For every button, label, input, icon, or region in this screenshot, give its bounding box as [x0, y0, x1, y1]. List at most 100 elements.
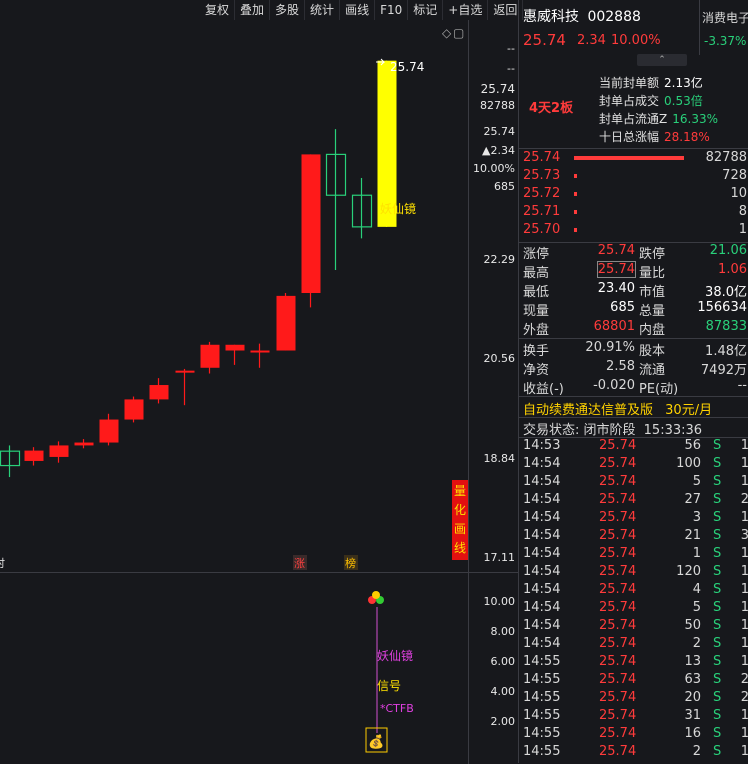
book-bar [574, 156, 684, 160]
seal-row: 十日总涨幅 28.18% [599, 128, 710, 145]
tick-count: 1 [740, 456, 748, 471]
axis-change: ▲2.34 [482, 144, 515, 157]
toolbar-btn-3[interactable]: 统计 [305, 0, 341, 20]
tick-price: 25.74 [599, 600, 637, 615]
toolbar-btn-2[interactable]: 多股 [270, 0, 306, 20]
candle-3 [74, 439, 94, 449]
candle-0 [0, 445, 21, 478]
toolbar-btn-4[interactable]: 画线 [340, 0, 376, 20]
stat-key: 股本 [639, 344, 666, 359]
seal-value: 0.53倍 [664, 94, 703, 108]
book-row: 25.71 8 [519, 204, 748, 222]
peak-price-label: 25.74 [390, 60, 424, 74]
tick-side: S [713, 582, 722, 597]
tick-side: S [713, 528, 722, 543]
tick-time: 14:54 [523, 582, 561, 597]
stat-value: 25.74 [597, 243, 635, 258]
tick-time: 14:54 [523, 492, 561, 507]
stat-row: 涨停 25.74 跌停 21.06 [519, 243, 748, 262]
tick-price: 25.74 [599, 510, 637, 525]
quant-badge-char: 画 [454, 522, 466, 536]
stat-row: 外盘 68801 内盘 87833 [519, 319, 748, 338]
sector-box[interactable]: 消费电子 -3.37% [699, 0, 748, 55]
toolbar-btn-6[interactable]: 标记 [408, 0, 444, 20]
book-price: 25.70 [523, 222, 561, 237]
tick-volume: 56 [684, 438, 701, 453]
bang-marker-text: 榜 [345, 556, 356, 570]
stat-key: 总量 [639, 304, 666, 319]
book-price: 25.73 [523, 168, 561, 183]
tick-time: 14:55 [523, 708, 561, 723]
kline-chart[interactable]: ◇▢ 25.74 妖仙镜量化画线涨 榜 时 [0, 20, 468, 572]
axis-current-vol: 685 [494, 180, 515, 193]
window-icon[interactable]: ▢ [453, 26, 464, 40]
tick-row: 14:55 25.74 16 S 1 [519, 726, 748, 744]
zhang-marker-text: 涨 [294, 557, 305, 570]
book-volume: 8 [738, 204, 747, 219]
tick-row: 14:54 25.74 120 S 1 [519, 564, 748, 582]
stat-row: 收益(-) -0.020 PE(动) -- [519, 378, 748, 397]
tick-row: 14:54 25.74 3 S 1 [519, 510, 748, 528]
money-bag-icon: 💰 [368, 734, 384, 750]
tick-side: S [713, 510, 722, 525]
book-bar [574, 210, 577, 214]
tick-count: 1 [740, 564, 748, 579]
candle-9 [225, 344, 245, 365]
seal-value: 2.13亿 [664, 76, 703, 90]
axis-tick-17-11: 17.11 [483, 551, 516, 564]
tick-count: 1 [740, 654, 748, 669]
indicator-chart[interactable]: 妖仙镜信号 *CTFB 💰 [0, 572, 468, 764]
stat-value: 2.58 [606, 359, 635, 374]
stock-title: 惠威科技 002888 [523, 6, 641, 26]
tick-price: 25.74 [599, 744, 637, 759]
trade-status: 交易状态: 闭市阶段 15:33:36 [523, 419, 702, 438]
tick-side: S [713, 726, 722, 741]
stat-key: 外盘 [523, 323, 550, 338]
stat-key: 净资 [523, 363, 550, 378]
seal-row: 当前封单额 2.13亿 [599, 74, 703, 91]
toolbar-btn-0[interactable]: 复权 [200, 0, 236, 20]
axis-pct: 10.00% [473, 162, 515, 175]
stat-key: 换手 [523, 344, 550, 359]
toolbar-btn-5[interactable]: F10 [375, 0, 409, 20]
toolbar-btn-7[interactable]: +自选 [443, 0, 489, 20]
tick-price: 25.74 [599, 708, 637, 723]
tick-time: 14:55 [523, 654, 561, 669]
seal-row: 封单占成交 0.53倍 [599, 92, 703, 109]
toolbar-btn-1[interactable]: 叠加 [235, 0, 271, 20]
tick-volume: 5 [692, 474, 701, 489]
axis-dash-1: -- [507, 42, 515, 55]
seal-value: 16.33% [672, 112, 718, 126]
tick-price: 25.74 [599, 564, 637, 579]
quant-badge-char: 化 [454, 503, 466, 517]
promo-price: 30元/月 [665, 403, 713, 418]
stat-value: 21.06 [709, 243, 747, 258]
diamond-icon[interactable]: ◇ [442, 26, 452, 40]
balloon-icon [372, 591, 380, 599]
quote-price: 25.74 [523, 31, 566, 49]
collapse-chevron-icon[interactable]: ⌃ [637, 54, 687, 66]
book-row: 25.72 10 [519, 186, 748, 204]
book-row: 25.74 82788 [519, 150, 748, 168]
tick-time: 14:54 [523, 618, 561, 633]
stat-value: 20.91% [585, 340, 635, 355]
tick-time: 14:54 [523, 510, 561, 525]
seal-value: 28.18% [664, 130, 710, 144]
quote-pct: 10.00% [611, 33, 661, 48]
stat-key: 现量 [523, 304, 550, 319]
book-volume: 1 [738, 222, 747, 237]
axis-price-red: 25.74 [483, 125, 516, 138]
tick-count: 2 [740, 672, 748, 687]
tick-count: 3 [740, 528, 748, 543]
ind-label-1: 妖仙镜 [377, 648, 413, 663]
promo-banner[interactable]: 自动续费通达信普及版 30元/月 [523, 399, 712, 418]
stat-key: PE(动) [639, 382, 679, 397]
book-volume: 10 [730, 186, 747, 201]
book-volume: 82788 [705, 150, 747, 165]
stat-row: 最低 23.40 市值 38.0亿 [519, 281, 748, 300]
tick-side: S [713, 492, 722, 507]
tick-price: 25.74 [599, 636, 637, 651]
tick-count: 1 [740, 726, 748, 741]
candle-5 [124, 396, 144, 423]
ind-tick-10: 10.00 [483, 595, 516, 608]
